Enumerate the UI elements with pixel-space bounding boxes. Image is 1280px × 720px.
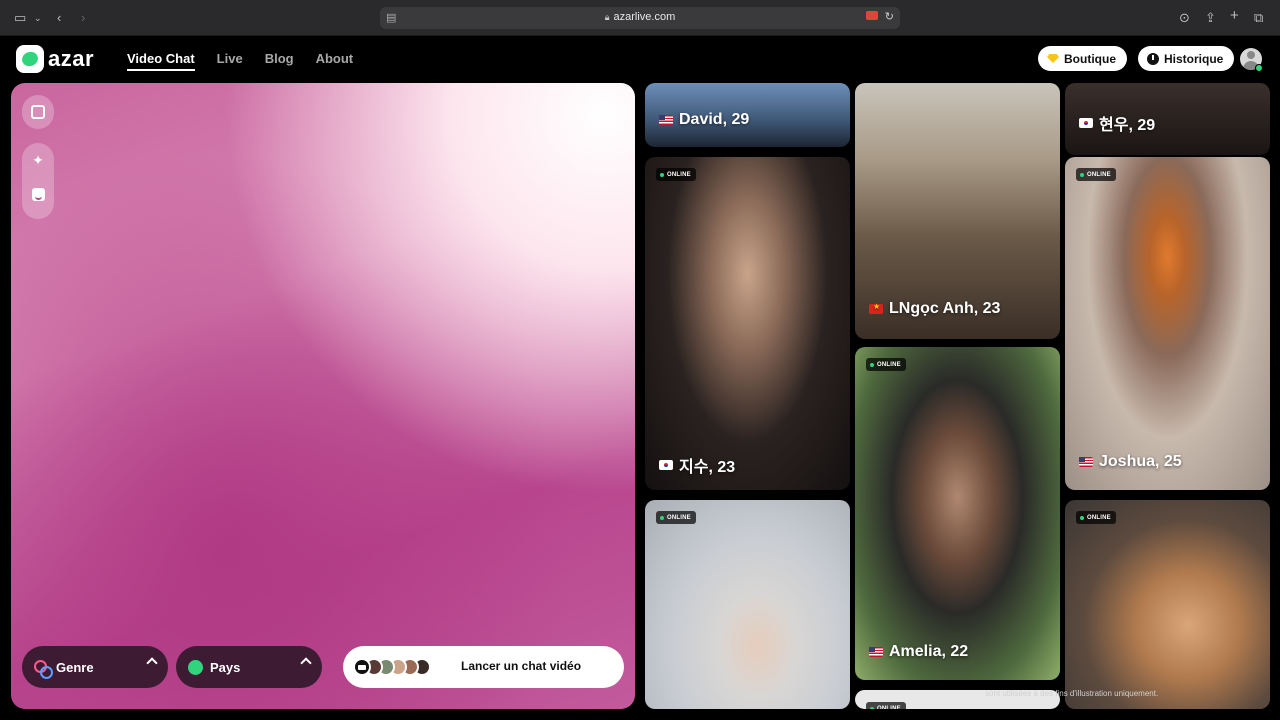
site-header: azar Video Chat Live Blog About Boutique…: [0, 36, 1280, 82]
start-video-chat-button[interactable]: Lancer un chat vidéo: [343, 646, 624, 688]
flag-vn-icon: [869, 302, 883, 314]
sparkle-icon: ✦: [32, 151, 44, 168]
illustration-disclaimer: sont utilisées à des fins d'illustration…: [985, 689, 1159, 698]
sparkle-button[interactable]: ✦: [22, 143, 54, 177]
share-icon[interactable]: ⇪: [1205, 9, 1216, 27]
profile-card[interactable]: ONLINE: [645, 500, 850, 709]
nav-video-chat[interactable]: Video Chat: [127, 51, 195, 71]
chevron-down-icon[interactable]: ⌄: [34, 9, 42, 27]
gender-icon: [34, 659, 53, 679]
cta-label: Lancer un chat vidéo: [461, 659, 582, 673]
genre-label: Genre: [56, 659, 94, 675]
effects-toolbar: ✦: [22, 143, 54, 219]
profile-name: LNgọc Anh, 23: [889, 300, 1001, 317]
chevron-up-icon: [146, 657, 158, 669]
gem-icon: [1047, 54, 1059, 63]
profile-name: 현우, 29: [1099, 117, 1156, 134]
clock-icon: [1147, 52, 1159, 65]
new-tab-icon[interactable]: +: [1230, 7, 1239, 25]
logo-text[interactable]: azar: [48, 46, 94, 72]
expand-tool[interactable]: [22, 95, 54, 129]
pays-select[interactable]: Pays: [176, 646, 322, 688]
online-status-dot: [1255, 64, 1263, 72]
back-icon[interactable]: ‹: [57, 9, 61, 27]
nav-blog[interactable]: Blog: [265, 51, 294, 71]
online-badge: ONLINE: [656, 511, 696, 524]
flag-us-icon: [869, 647, 883, 657]
nav-live[interactable]: Live: [217, 51, 243, 71]
globe-icon: [188, 659, 203, 675]
profile-name: David, 29: [679, 111, 750, 128]
online-badge: ONLINE: [1076, 168, 1116, 181]
online-badge: ONLINE: [1076, 511, 1116, 524]
boutique-button[interactable]: Boutique: [1038, 46, 1127, 71]
profile-name: 지수, 23: [679, 459, 736, 476]
reload-icon[interactable]: ↻: [885, 10, 894, 23]
profile-card[interactable]: ONLINE Joshua, 25: [1065, 157, 1270, 490]
online-badge: ONLINE: [656, 168, 696, 181]
profile-card[interactable]: ONLINE 지수, 23: [645, 157, 850, 490]
azar-logo-icon[interactable]: [16, 45, 44, 73]
flag-us-icon: [1079, 457, 1093, 467]
face-filter-button[interactable]: [22, 177, 54, 211]
lock-icon: 🔒︎: [604, 12, 610, 22]
profile-name: Amelia, 22: [889, 643, 969, 660]
main-nav: Video Chat Live Blog About: [127, 51, 375, 71]
profile-card[interactable]: ONLINE: [1065, 500, 1270, 709]
sidebar-toggle-icon[interactable]: ▭: [14, 9, 26, 27]
profile-card[interactable]: LNgọc Anh, 23: [855, 83, 1060, 339]
flag-kr-icon: [1079, 118, 1093, 128]
online-badge: ONLINE: [866, 358, 906, 371]
video-preview: ✦ Genre Pays Lancer un chat vidéo: [11, 83, 635, 709]
download-icon[interactable]: ⊙: [1179, 9, 1190, 27]
profile-card[interactable]: ONLINE Amelia, 22: [855, 347, 1060, 680]
address-bar[interactable]: ▤ 🔒︎ azarlive.com ↻: [380, 7, 900, 29]
profile-card[interactable]: 현우, 29: [1065, 83, 1270, 155]
nav-about[interactable]: About: [316, 51, 354, 71]
browser-toolbar: ▭ ⌄ ‹ › ▤ 🔒︎ azarlive.com ↻ ⊙ ⇪ + ⧉: [0, 0, 1280, 36]
flag-us-icon: [659, 115, 673, 125]
profile-name: Joshua, 25: [1099, 453, 1182, 470]
tab-overview-icon[interactable]: ⧉: [1254, 9, 1263, 27]
profile-card[interactable]: David, 29: [645, 83, 850, 147]
historique-button[interactable]: Historique: [1138, 46, 1235, 71]
flag-kr-icon: [659, 460, 673, 470]
boutique-label: Boutique: [1064, 51, 1116, 66]
url-text: azarlive.com: [613, 11, 676, 23]
pays-label: Pays: [210, 659, 241, 675]
face-filter-icon: [31, 187, 45, 201]
online-badge: ONLINE: [866, 702, 906, 709]
expand-icon: [31, 105, 45, 119]
historique-label: Historique: [1164, 51, 1224, 66]
camera-in-use-icon[interactable]: [866, 11, 878, 20]
genre-select[interactable]: Genre: [22, 646, 168, 688]
chevron-up-icon: [300, 657, 312, 669]
video-camera-icon: [353, 658, 371, 676]
forward-icon[interactable]: ›: [81, 9, 85, 27]
